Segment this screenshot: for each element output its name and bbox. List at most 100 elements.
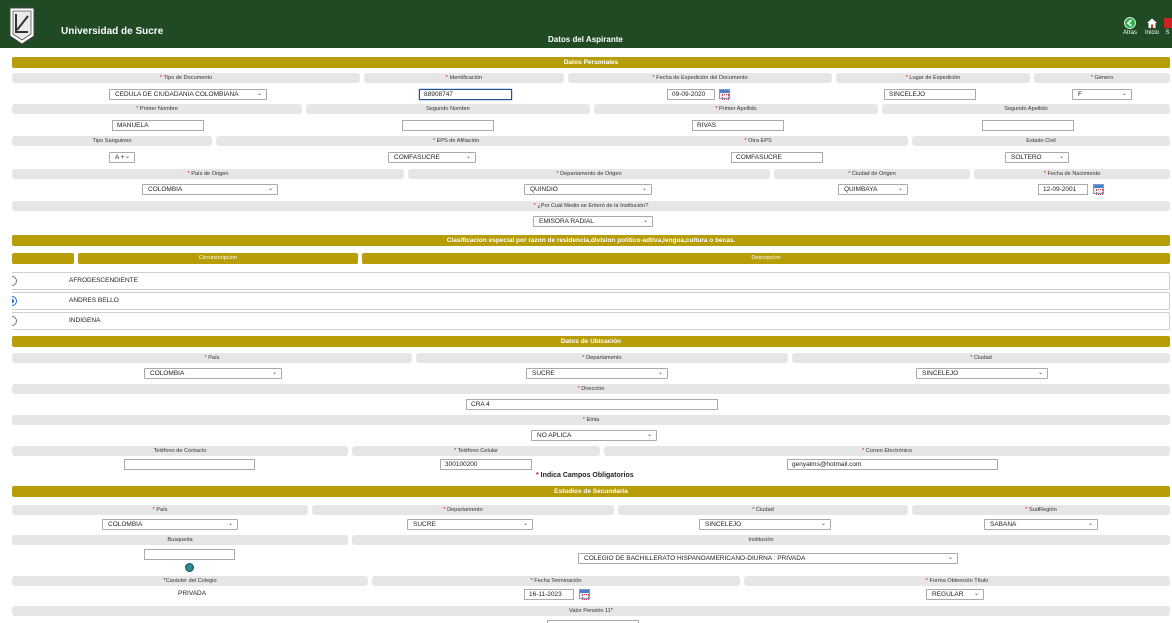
segundo-nombre-input[interactable] bbox=[402, 120, 494, 131]
university-name: Universidad de Sucre bbox=[61, 26, 164, 37]
row-label: INDIGENA bbox=[69, 317, 101, 324]
table-header-select bbox=[12, 253, 74, 264]
medio-enterado-select[interactable]: EMISORA RADIAL ⌄ bbox=[533, 216, 653, 227]
fecha-nacimiento-input[interactable]: 12-09-2001 bbox=[1038, 184, 1088, 195]
section-datos-ubicacion: Datos de Ubicación bbox=[12, 336, 1170, 347]
search-go-icon[interactable] bbox=[185, 563, 194, 572]
row-label: AFRODESCENDIENTE bbox=[69, 277, 138, 284]
back-arrow-icon bbox=[1124, 17, 1136, 29]
label-departamento-origen: * Departamento de Origen bbox=[408, 169, 770, 179]
label-ciudad-colegio: * Ciudad bbox=[618, 505, 908, 515]
departamento-origen-select[interactable]: QUINDIO ⌄ bbox=[524, 184, 652, 195]
estado-civil-select[interactable]: SOLTERO ⌄ bbox=[1005, 152, 1069, 163]
radio-indigena[interactable] bbox=[12, 316, 17, 326]
primer-apellido-input[interactable]: RIVAS bbox=[692, 120, 784, 131]
label-forma-obtencion: * Forma Obtención Título bbox=[744, 576, 1170, 586]
busqueda-input[interactable] bbox=[144, 549, 235, 560]
fecha-expedicion-input[interactable]: 09-09-2020 bbox=[667, 89, 715, 100]
label-medio-enterado: * ¿Por Cuál Medio se Enteró de la Instit… bbox=[12, 201, 1170, 211]
label-correo: * Correo Electrónico bbox=[604, 446, 1170, 456]
label-departamento: * Departamento bbox=[416, 353, 788, 363]
label-pais-colegio: * País bbox=[12, 505, 308, 515]
table-row[interactable]: ANDRES BELLO bbox=[12, 292, 1170, 310]
eps-select[interactable]: COMFASUCRE ⌄ bbox=[388, 152, 476, 163]
exit-icon bbox=[1164, 18, 1172, 28]
identificacion-input[interactable]: 88908747 bbox=[419, 89, 512, 100]
pais-colegio-select[interactable]: COLOMBIA ⌄ bbox=[102, 519, 238, 530]
departamento-select[interactable]: SUCRE ⌄ bbox=[526, 368, 668, 379]
tipo-sanguineo-select[interactable]: A + ⌄ bbox=[109, 152, 135, 163]
home-label: Inicio bbox=[1144, 30, 1159, 36]
primer-nombre-input[interactable]: MANUELA bbox=[112, 120, 204, 131]
section-datos-personales: Datos Personales bbox=[12, 57, 1170, 68]
label-genero: * Género bbox=[1034, 73, 1170, 83]
pais-select[interactable]: COLOMBIA ⌄ bbox=[144, 368, 282, 379]
departamento-colegio-select[interactable]: SUCRE ⌄ bbox=[407, 519, 533, 530]
back-button[interactable]: Atras bbox=[1119, 17, 1141, 43]
fecha-terminacion-calendar-icon[interactable] bbox=[579, 589, 590, 600]
home-button[interactable]: Inicio bbox=[1141, 17, 1163, 43]
aspirant-form: Datos Personales * Tipo de Documento * I… bbox=[12, 56, 1170, 623]
pais-origen-select[interactable]: COLOMBIA ⌄ bbox=[142, 184, 278, 195]
otra-eps-input[interactable]: COMFASUCRE bbox=[731, 152, 823, 163]
genero-select[interactable]: F ⌄ bbox=[1072, 89, 1132, 100]
table-header-descripcion: Descripcion bbox=[362, 253, 1170, 264]
radio-afrodescendiente[interactable] bbox=[12, 276, 17, 286]
exit-label: S bbox=[1165, 30, 1170, 36]
table-row[interactable]: INDIGENA bbox=[12, 312, 1170, 330]
label-fecha-terminacion: * Fecha Terminación bbox=[372, 576, 740, 586]
subregion-select[interactable]: SABANA ⌄ bbox=[984, 519, 1098, 530]
exit-button[interactable]: S bbox=[1163, 17, 1172, 43]
label-subregion: * SudRegión bbox=[912, 505, 1170, 515]
label-tipo-documento: * Tipo de Documento bbox=[12, 73, 360, 83]
app-header: Universidad de Sucre Datos del Aspirante… bbox=[0, 0, 1172, 48]
segundo-apellido-input[interactable] bbox=[982, 120, 1074, 131]
correo-input[interactable]: genyalms@hotmail.com bbox=[787, 459, 998, 470]
radio-andres-bello[interactable] bbox=[12, 296, 17, 306]
label-ciudad-origen: * Ciudad de Origen bbox=[774, 169, 970, 179]
label-etnia: * Etnia bbox=[12, 415, 1170, 425]
lugar-expedicion-input[interactable]: SINCELEJO bbox=[884, 89, 976, 100]
label-primer-nombre: * Primer Nombre bbox=[12, 104, 302, 114]
label-institucion: Institución bbox=[352, 535, 1170, 545]
label-direccion: * Dirección bbox=[12, 384, 1170, 394]
label-fecha-nacimiento: * Fecha de Nacimiento bbox=[974, 169, 1170, 179]
forma-obtencion-select[interactable]: REGULAR ⌄ bbox=[926, 589, 984, 600]
label-valor-pension: Valor Pensión 11* bbox=[12, 606, 1170, 616]
back-label: Atras bbox=[1122, 30, 1137, 36]
fecha-expedicion-calendar-icon[interactable] bbox=[719, 89, 730, 100]
ciudad-colegio-select[interactable]: SINCELEJO ⌄ bbox=[699, 519, 831, 530]
label-telefono-celular: * Teléfono Celular bbox=[352, 446, 600, 456]
section-clasificacion-especial: Clasificacion especial por razon de resi… bbox=[12, 235, 1170, 246]
label-telefono-contacto: Teléfono de Contacto bbox=[12, 446, 348, 456]
label-pais: * País bbox=[12, 353, 412, 363]
ciudad-origen-select[interactable]: QUIMBAYA ⌄ bbox=[838, 184, 908, 195]
table-row[interactable]: AFRODESCENDIENTE bbox=[12, 272, 1170, 290]
tipo-documento-select[interactable]: CEDULA DE CIUDADANIA COLOMBIANA ⌄ bbox=[109, 89, 267, 100]
label-identificacion: * Identificación bbox=[364, 73, 564, 83]
label-primer-apellido: * Primer Apellido bbox=[594, 104, 878, 114]
label-ciudad: * Ciudad bbox=[792, 353, 1170, 363]
label-estado-civil: Estado Civil bbox=[912, 136, 1170, 146]
telefono-contacto-input[interactable] bbox=[124, 459, 255, 470]
fecha-terminacion-input[interactable]: 16-11-2023 bbox=[524, 589, 574, 600]
label-lugar-expedicion: * Lugar de Expedición bbox=[836, 73, 1030, 83]
university-logo bbox=[9, 7, 35, 45]
label-departamento-colegio: * Departamento bbox=[312, 505, 614, 515]
required-fields-note: * Indica Campos Obligatorios bbox=[536, 472, 634, 479]
label-busqueda: Busqueda bbox=[12, 535, 348, 545]
telefono-celular-input[interactable]: 300100200 bbox=[440, 459, 532, 470]
label-pais-origen: * País de Origen bbox=[12, 169, 404, 179]
section-estudios-secundaria: Estudios de Secundaria bbox=[12, 486, 1170, 497]
label-caracter-colegio: *Carácter del Colegio bbox=[12, 576, 368, 586]
label-otra-eps: * Otra EPS bbox=[608, 136, 908, 146]
direccion-input[interactable]: CRA 4 bbox=[466, 399, 718, 410]
label-tipo-sanguineo: Tipo Sanguineo bbox=[12, 136, 212, 146]
etnia-select[interactable]: NO APLICA ⌄ bbox=[531, 430, 657, 441]
page-title: Datos del Aspirante bbox=[548, 35, 623, 44]
institucion-select[interactable]: COLEGIO DE BACHILLERATO HISPANOAMERICANO… bbox=[578, 553, 958, 564]
fecha-nacimiento-calendar-icon[interactable] bbox=[1093, 184, 1104, 195]
label-fecha-expedicion: * Fecha de Expedición del Documento bbox=[568, 73, 832, 83]
ciudad-select[interactable]: SINCELEJO ⌄ bbox=[916, 368, 1048, 379]
caracter-colegio-value: PRIVADA bbox=[178, 590, 207, 597]
